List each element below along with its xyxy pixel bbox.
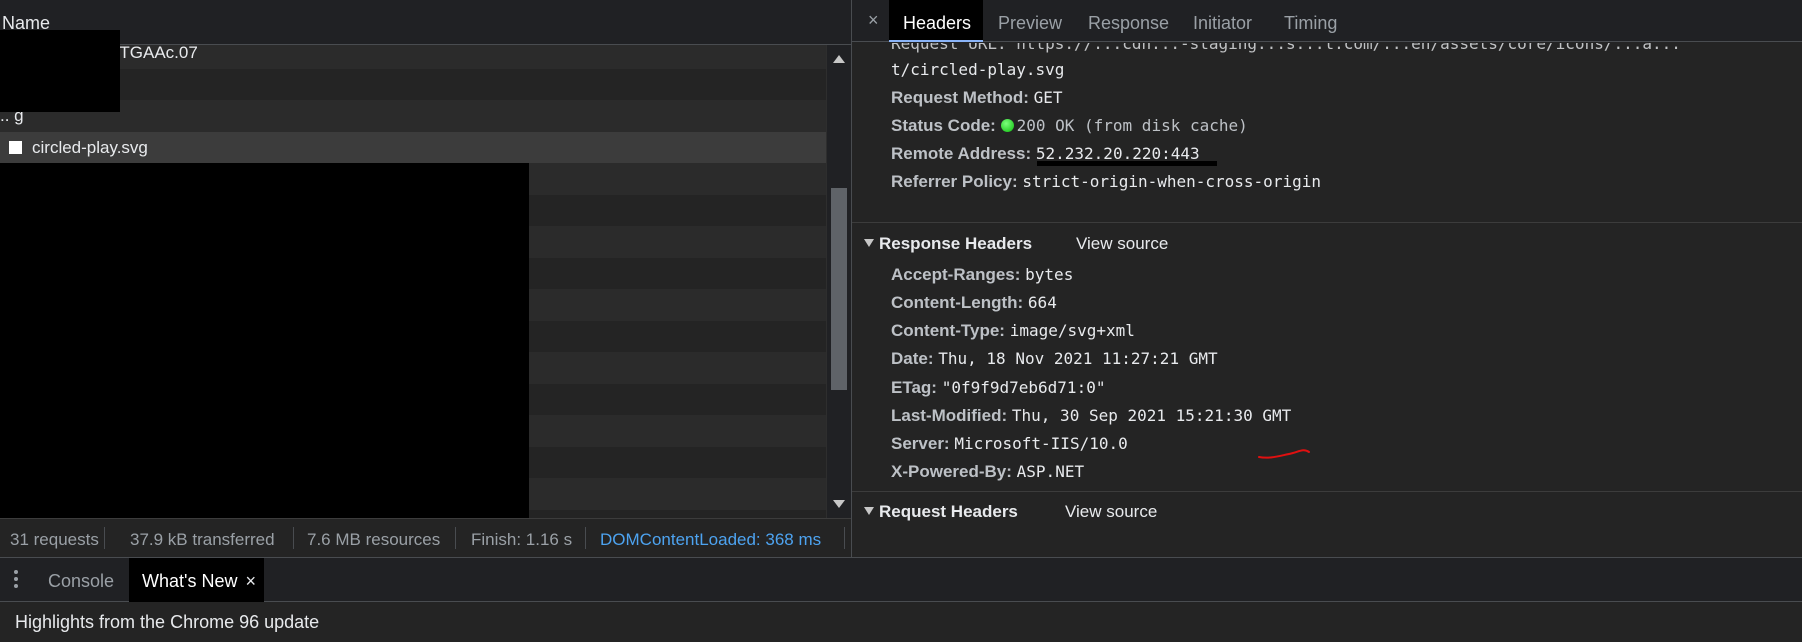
referrer-policy-row: Referrer Policy: strict-origin-when-cros… — [891, 172, 1321, 192]
network-request-list-panel: Name ...:.....:vc0Lyqu0TGAAc.07 .g .. g c… — [0, 0, 851, 557]
divider — [585, 527, 586, 549]
request-list-scrollbar[interactable] — [826, 45, 851, 518]
red-underline-annotation — [1258, 449, 1310, 459]
divider — [844, 527, 845, 549]
table-row[interactable]: ...:.....:vc0Lyqu0TGAAc.07 — [0, 45, 826, 69]
close-tab-icon[interactable]: × — [245, 571, 256, 591]
request-url-value: t/circled-play.svg — [891, 60, 1065, 79]
request-details-panel: × Headers Preview Response Initiator Tim… — [852, 0, 1802, 557]
file-type-icon — [9, 140, 22, 154]
dom-content-loaded-time: DOMContentLoaded: 368 ms — [600, 530, 822, 549]
header-row: Date: Thu, 18 Nov 2021 11:27:21 GMT — [891, 349, 1218, 368]
expand-triangle-icon — [864, 239, 874, 247]
transferred-size: 37.9 kB transferred — [130, 530, 275, 549]
drawer-tab-whats-new[interactable]: What's New × — [129, 558, 264, 602]
scroll-up-arrow-icon[interactable] — [833, 55, 845, 63]
tab-headers[interactable]: Headers — [889, 0, 983, 42]
name-column-header[interactable]: Name — [0, 0, 851, 45]
referrer-policy-value: strict-origin-when-cross-origin — [1022, 172, 1321, 191]
response-headers-toggle[interactable]: Response Headers — [864, 234, 1032, 254]
finish-time: Finish: 1.16 s — [471, 530, 573, 549]
details-tab-bar: × Headers Preview Response Initiator Tim… — [852, 0, 1802, 42]
status-code-row: Status Code: 200 OK (from disk cache) — [891, 116, 1248, 136]
request-url-row-clipped: Request URL: https://...cdn...-staging..… — [891, 43, 1681, 53]
redaction-block — [0, 30, 120, 112]
response-headers-title: Response Headers — [879, 234, 1033, 253]
status-ok-dot-icon — [1000, 119, 1014, 132]
request-method-value: GET — [1033, 88, 1063, 107]
divider — [455, 527, 456, 549]
header-row-last-modified: Last-Modified: Thu, 30 Sep 2021 15:21:30… — [891, 406, 1292, 425]
remote-address-label: Remote Address: — [891, 144, 1032, 163]
drawer-tab-bar: Console What's New × — [0, 557, 1802, 602]
redaction-block — [1037, 161, 1217, 166]
close-details-icon[interactable]: × — [868, 10, 879, 31]
tab-initiator[interactable]: Initiator — [1193, 0, 1252, 42]
section-divider — [852, 222, 1802, 223]
tab-response[interactable]: Response — [1088, 0, 1169, 42]
table-row[interactable]: .g — [0, 68, 826, 100]
kebab-menu-icon[interactable] — [14, 570, 20, 591]
request-headers-toggle[interactable]: Request Headers — [864, 502, 1018, 522]
header-row: ETag: "0f9f9d7eb6d71:0" — [891, 378, 1106, 397]
header-row: Content-Type: image/svg+xml — [891, 321, 1135, 340]
referrer-policy-label: Referrer Policy: — [891, 172, 1018, 191]
tab-timing[interactable]: Timing — [1284, 0, 1337, 42]
request-view-source-link[interactable]: View source — [1065, 502, 1157, 522]
table-row[interactable]: .. g — [0, 100, 826, 132]
resources-size: 7.6 MB resources — [307, 530, 441, 549]
scroll-down-arrow-icon[interactable] — [833, 500, 845, 508]
request-method-label: Request Method: — [891, 88, 1029, 107]
request-headers-title: Request Headers — [879, 502, 1018, 521]
network-summary-bar: 31 requests 37.9 kB transferred 7.6 MB r… — [0, 518, 851, 557]
expand-triangle-icon — [864, 507, 874, 515]
status-code-label: Status Code: — [891, 116, 996, 135]
tab-preview[interactable]: Preview — [998, 0, 1062, 42]
section-divider — [852, 491, 1802, 492]
divider — [104, 527, 105, 549]
divider — [293, 527, 294, 549]
request-count: 31 requests — [10, 530, 99, 549]
request-name: circled-play.svg — [32, 137, 148, 157]
request-method-row: Request Method: GET — [891, 88, 1063, 108]
whats-new-headline[interactable]: Highlights from the Chrome 96 update — [15, 612, 319, 633]
redaction-block — [0, 163, 529, 521]
response-view-source-link[interactable]: View source — [1076, 234, 1168, 254]
table-row[interactable]: circled-play.svg — [0, 131, 826, 163]
header-row: Server: Microsoft-IIS/10.0 — [891, 434, 1128, 453]
header-row: X-Powered-By: ASP.NET — [891, 462, 1085, 481]
status-code-value: 200 OK (from disk cache) — [1016, 116, 1248, 135]
whats-new-content: Highlights from the Chrome 96 update — [0, 602, 1802, 642]
headers-content: Request URL: https://...cdn...-staging..… — [852, 43, 1802, 557]
scrollbar-thumb[interactable] — [831, 188, 847, 390]
header-row: Content-Length: 664 — [891, 293, 1057, 312]
request-url-row: t/circled-play.svg — [891, 60, 1064, 80]
drawer-tab-console[interactable]: Console — [48, 558, 114, 602]
drawer-tab-whats-new-label: What's New — [142, 571, 238, 591]
header-row: Accept-Ranges: bytes — [891, 265, 1074, 284]
